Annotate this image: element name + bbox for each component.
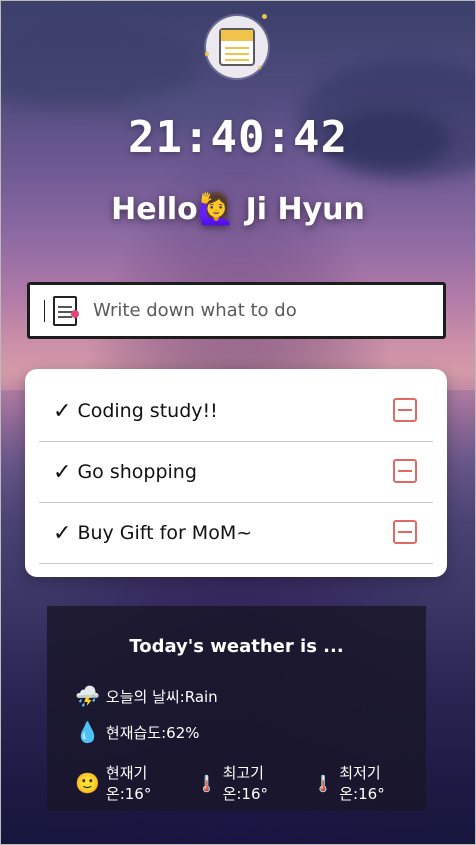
clock: 21:40:42	[128, 112, 348, 163]
humidity-row: 💧 현재습도:62%	[75, 720, 200, 744]
todo-item[interactable]: ✓ Go shopping	[39, 442, 433, 503]
greeting-name: Ji Hyun	[245, 192, 365, 227]
todo-item[interactable]: ✓ Coding study!!	[39, 381, 433, 442]
remove-button[interactable]	[393, 459, 417, 483]
check-icon: ✓	[53, 459, 72, 485]
minus-icon	[398, 409, 412, 411]
minus-icon	[398, 531, 412, 533]
droplet-icon: 💧	[75, 720, 100, 744]
raising-hand-icon: 🙋‍♀️	[197, 192, 236, 227]
humidity-value: 현재습도:62%	[105, 723, 200, 742]
thermometer-icon: 🌡️	[313, 773, 334, 793]
remove-button[interactable]	[393, 520, 417, 544]
greeting: Hello🙋‍♀️ Ji Hyun	[0, 192, 476, 227]
temperature-row: 🙂 현재기온:16° 🌡️ 최고기온:16° 🌡️ 최저기온:16°	[75, 762, 426, 804]
current-temp: 현재기온:16°	[105, 764, 152, 803]
weather-title: Today's weather is ...	[129, 636, 344, 657]
storm-cloud-icon: ⛈️	[75, 684, 100, 708]
todo-text: Go shopping	[77, 461, 197, 483]
text-caret	[44, 299, 45, 322]
todo-input-box[interactable]	[27, 282, 446, 339]
max-temp: 최고기온:16°	[222, 764, 269, 803]
todo-text: Coding study!!	[77, 400, 218, 422]
todo-list: ✓ Coding study!! ✓ Go shopping ✓ Buy Gif…	[25, 369, 447, 577]
note-icon	[53, 295, 79, 326]
todo-text: Buy Gift for MoM~	[77, 522, 253, 544]
smile-icon: 🙂	[75, 771, 100, 795]
remove-button[interactable]	[393, 398, 417, 422]
weather-condition: 오늘의 날씨:Rain	[105, 687, 218, 706]
thermometer-icon: 🌡️	[196, 773, 217, 793]
weather-panel: Today's weather is ... ⛈️ 오늘의 날씨:Rain 💧 …	[47, 606, 426, 811]
todo-item[interactable]: ✓ Buy Gift for MoM~	[39, 503, 433, 564]
weather-condition-row: ⛈️ 오늘의 날씨:Rain	[75, 684, 218, 708]
minus-icon	[398, 470, 412, 472]
todo-input[interactable]	[91, 299, 415, 322]
check-icon: ✓	[53, 520, 72, 546]
check-icon: ✓	[53, 398, 72, 424]
greeting-prefix: Hello	[111, 192, 198, 227]
min-temp: 최저기온:16°	[339, 764, 385, 803]
